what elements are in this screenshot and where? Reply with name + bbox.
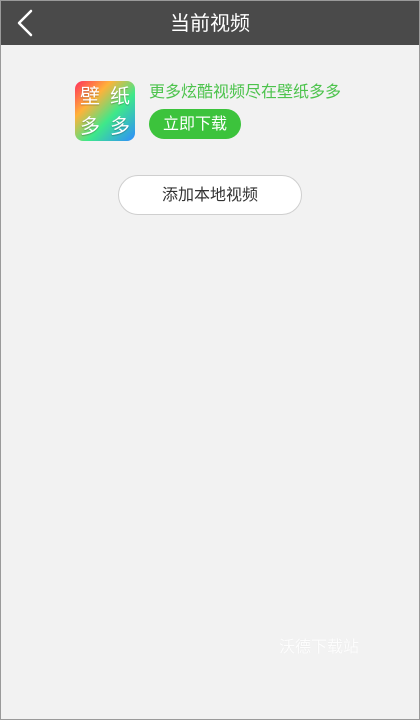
top-bar: 当前视频 bbox=[1, 1, 419, 45]
logo-char-4: 多 bbox=[110, 114, 130, 138]
page-title: 当前视频 bbox=[170, 11, 250, 35]
promo-text: 更多炫酷视频尽在壁纸多多 bbox=[149, 82, 342, 101]
watermark-text: 沃德下载站 bbox=[279, 637, 360, 656]
download-button[interactable]: 立即下载 bbox=[149, 109, 241, 139]
logo-char-3: 多 bbox=[80, 114, 100, 138]
logo-char-1: 壁 bbox=[80, 84, 100, 108]
app-promo: 壁 纸 多 多 更多炫酷视频尽在壁纸多多 立即下载 bbox=[75, 79, 375, 143]
screen: 当前视频 壁 纸 多 多 更多炫酷视频尽在壁纸多多 立即下载 添加本地视频 沃德… bbox=[0, 0, 420, 720]
logo-char-2: 纸 bbox=[110, 84, 130, 108]
app-logo[interactable]: 壁 纸 多 多 bbox=[75, 81, 135, 141]
add-local-video-button[interactable]: 添加本地视频 bbox=[118, 175, 302, 215]
